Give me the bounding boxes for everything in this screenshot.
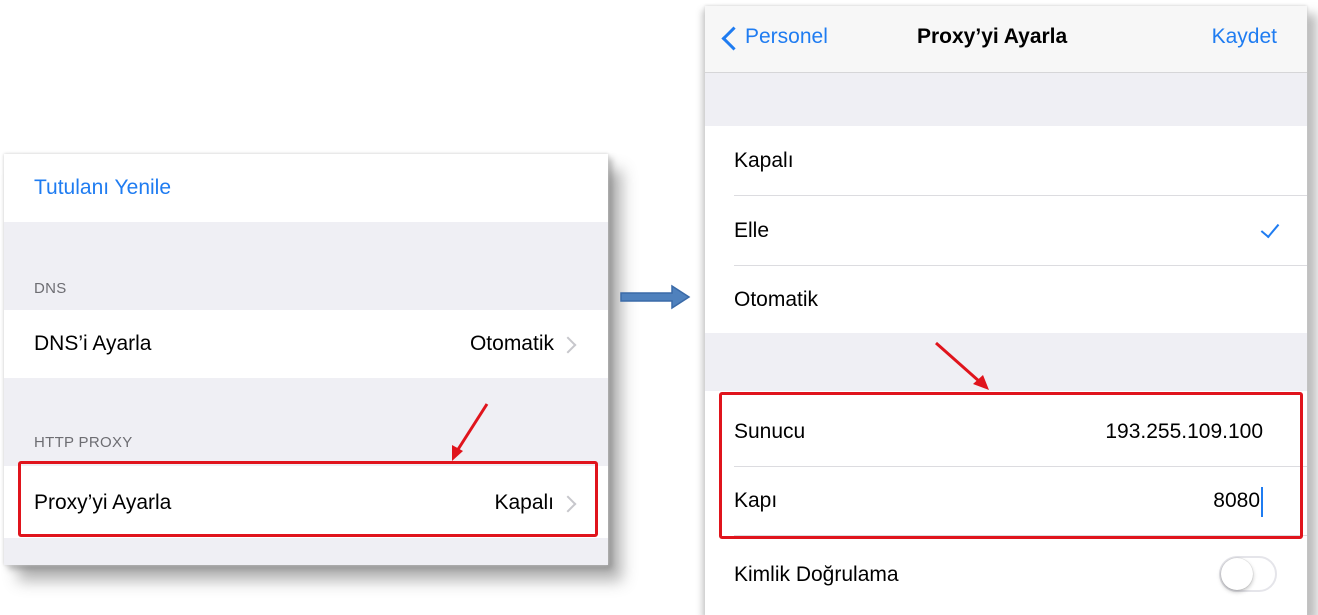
transition-arrow-icon	[620, 284, 691, 310]
red-arrow-icon	[452, 403, 489, 461]
annotation-arrows	[452, 284, 989, 461]
red-arrow-icon	[935, 341, 989, 390]
